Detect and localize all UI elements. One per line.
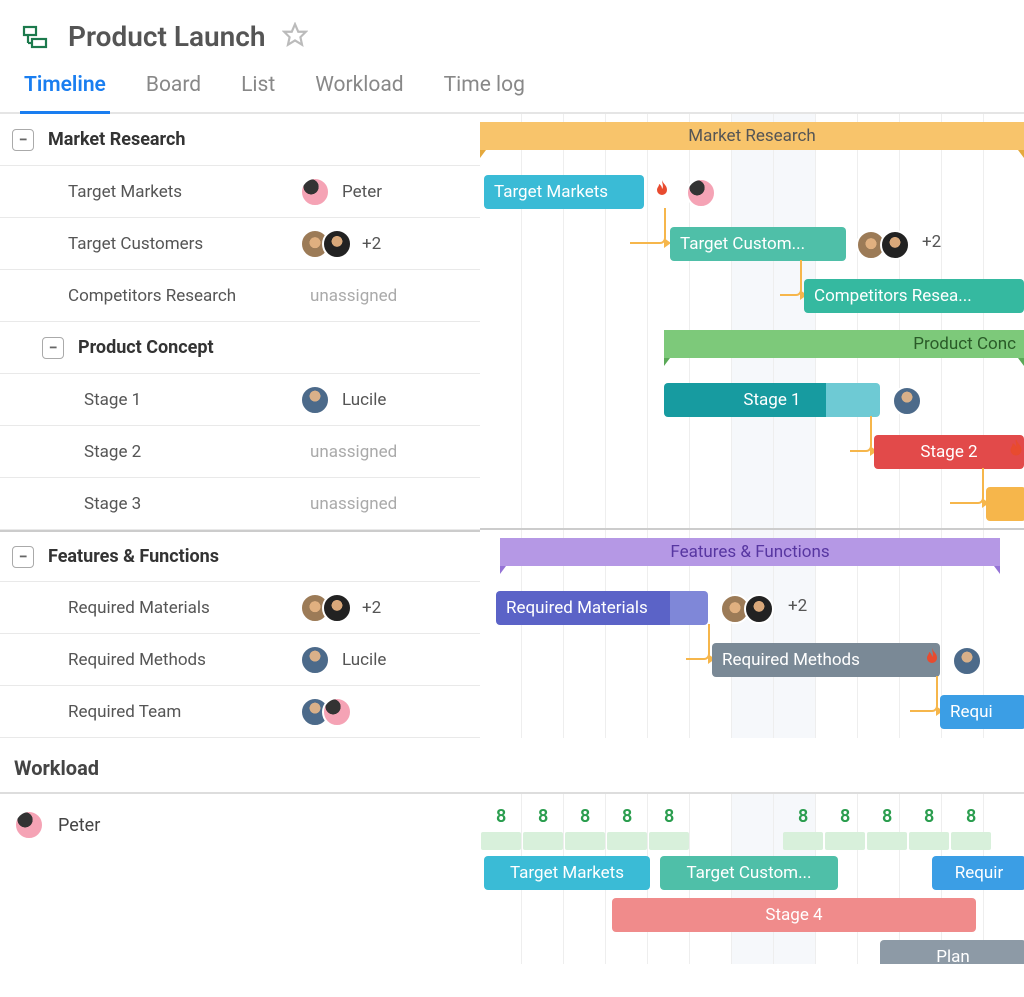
assignee-more-count[interactable]: +2	[788, 596, 807, 616]
favorite-star-icon[interactable]	[282, 22, 308, 52]
tab-workload[interactable]: Workload	[311, 73, 407, 114]
workload-hours: 8	[924, 806, 934, 827]
task-list-panel: − Market Research Target Markets Peter T…	[0, 114, 480, 738]
gantt-bar-required-methods[interactable]: Required Methods	[712, 643, 940, 677]
workload-hours: 8	[882, 806, 892, 827]
view-tabs: Timeline Board List Workload Time log	[0, 53, 1024, 114]
task-target-customers[interactable]: Target Customers +2	[0, 218, 480, 270]
assignee-more-count[interactable]: +2	[922, 232, 941, 252]
task-target-markets[interactable]: Target Markets Peter	[0, 166, 480, 218]
gantt-bar-required-team[interactable]: Requi	[940, 695, 1024, 729]
avatar[interactable]	[322, 229, 352, 259]
project-title: Product Launch	[68, 20, 266, 53]
task-competitors-research[interactable]: Competitors Research unassigned	[0, 270, 480, 322]
gantt-bar-stage-3[interactable]	[986, 487, 1024, 521]
gantt-group-bar-product-concept[interactable]: Product Conc	[664, 330, 1024, 358]
collapse-icon[interactable]: −	[42, 337, 64, 359]
tab-list[interactable]: List	[237, 73, 279, 114]
task-name: Target Markets	[0, 182, 300, 202]
workload-hours: 8	[496, 806, 506, 827]
workload-hours: 8	[664, 806, 674, 827]
group-label: Market Research	[48, 129, 185, 150]
avatar[interactable]	[14, 810, 44, 840]
task-name: Required Team	[0, 702, 300, 722]
group-label: Product Concept	[78, 337, 214, 358]
task-name: Required Methods	[0, 650, 300, 670]
group-market-research[interactable]: − Market Research	[0, 114, 480, 166]
avatar[interactable]	[892, 386, 922, 416]
assignee-more-count[interactable]: +2	[362, 234, 381, 254]
avatar[interactable]	[322, 593, 352, 623]
task-stage-3[interactable]: Stage 3 unassigned	[0, 478, 480, 530]
workload-hours: 8	[798, 806, 808, 827]
workload-hours: 8	[622, 806, 632, 827]
workload-bar-stage-4[interactable]: Stage 4	[612, 898, 976, 932]
project-icon	[20, 21, 52, 53]
avatar[interactable]	[686, 178, 716, 208]
workload-bar-required[interactable]: Requir	[932, 856, 1024, 890]
avatar[interactable]	[322, 697, 352, 727]
assignee-name: Peter	[342, 182, 382, 202]
assignee-unassigned: unassigned	[310, 442, 397, 462]
task-name: Stage 3	[0, 494, 300, 514]
gantt-bar-target-customers[interactable]: Target Custom...	[670, 227, 846, 261]
collapse-icon[interactable]: −	[12, 546, 34, 568]
avatar[interactable]	[300, 385, 330, 415]
assignee-unassigned: unassigned	[310, 286, 397, 306]
task-name: Competitors Research	[0, 286, 300, 306]
fire-icon	[1004, 438, 1024, 462]
assignee-more-count[interactable]: +2	[362, 598, 381, 618]
task-stage-2[interactable]: Stage 2 unassigned	[0, 426, 480, 478]
avatar[interactable]	[880, 230, 910, 260]
workload-hours: 8	[966, 806, 976, 827]
workload-heading: Workload	[0, 738, 1024, 793]
avatar[interactable]	[300, 645, 330, 675]
task-stage-1[interactable]: Stage 1 Lucile	[0, 374, 480, 426]
tab-board[interactable]: Board	[142, 73, 205, 114]
task-name: Stage 1	[0, 390, 300, 410]
workload-hours: 8	[840, 806, 850, 827]
task-required-methods[interactable]: Required Methods Lucile	[0, 634, 480, 686]
workload-bar-target-markets[interactable]: Target Markets	[484, 856, 650, 890]
group-product-concept[interactable]: − Product Concept	[0, 322, 480, 374]
task-required-team[interactable]: Required Team	[0, 686, 480, 738]
tab-time-log[interactable]: Time log	[440, 73, 529, 114]
avatar[interactable]	[744, 594, 774, 624]
workload-bar-plan[interactable]: Plan	[880, 940, 1024, 964]
workload-hours: 8	[580, 806, 590, 827]
task-name: Target Customers	[0, 234, 300, 254]
avatar[interactable]	[300, 177, 330, 207]
fire-icon	[650, 178, 674, 202]
task-name: Stage 2	[0, 442, 300, 462]
workload-hours: 8	[538, 806, 548, 827]
assignee-unassigned: unassigned	[310, 494, 397, 514]
assignee-name: Lucile	[342, 650, 386, 670]
gantt-bar-stage-2[interactable]: Stage 2	[874, 435, 1024, 469]
gantt-bar-competitors-research[interactable]: Competitors Resea...	[804, 279, 1024, 313]
workload-person-name: Peter	[58, 815, 100, 836]
collapse-icon[interactable]: −	[12, 129, 34, 151]
avatar[interactable]	[952, 646, 982, 676]
tab-timeline[interactable]: Timeline	[20, 73, 110, 114]
workload-person-row[interactable]: Peter	[0, 794, 480, 840]
gantt-group-bar-market-research[interactable]: Market Research	[480, 122, 1024, 150]
task-required-materials[interactable]: Required Materials +2	[0, 582, 480, 634]
task-name: Required Materials	[0, 598, 300, 618]
gantt-group-bar-features-functions[interactable]: Features & Functions	[500, 538, 1000, 566]
workload-bar-target-customers[interactable]: Target Custom...	[660, 856, 838, 890]
group-label: Features & Functions	[48, 546, 219, 567]
assignee-name: Lucile	[342, 390, 386, 410]
group-features-functions[interactable]: − Features & Functions	[0, 530, 480, 582]
fire-icon	[920, 646, 944, 670]
gantt-bar-target-markets[interactable]: Target Markets	[484, 175, 644, 209]
gantt-bar-stage-1[interactable]: Stage 1	[664, 383, 880, 417]
gantt-panel[interactable]: Market Research Target Markets Target Cu…	[480, 114, 1024, 738]
gantt-bar-required-materials[interactable]: Required Materials	[496, 591, 708, 625]
